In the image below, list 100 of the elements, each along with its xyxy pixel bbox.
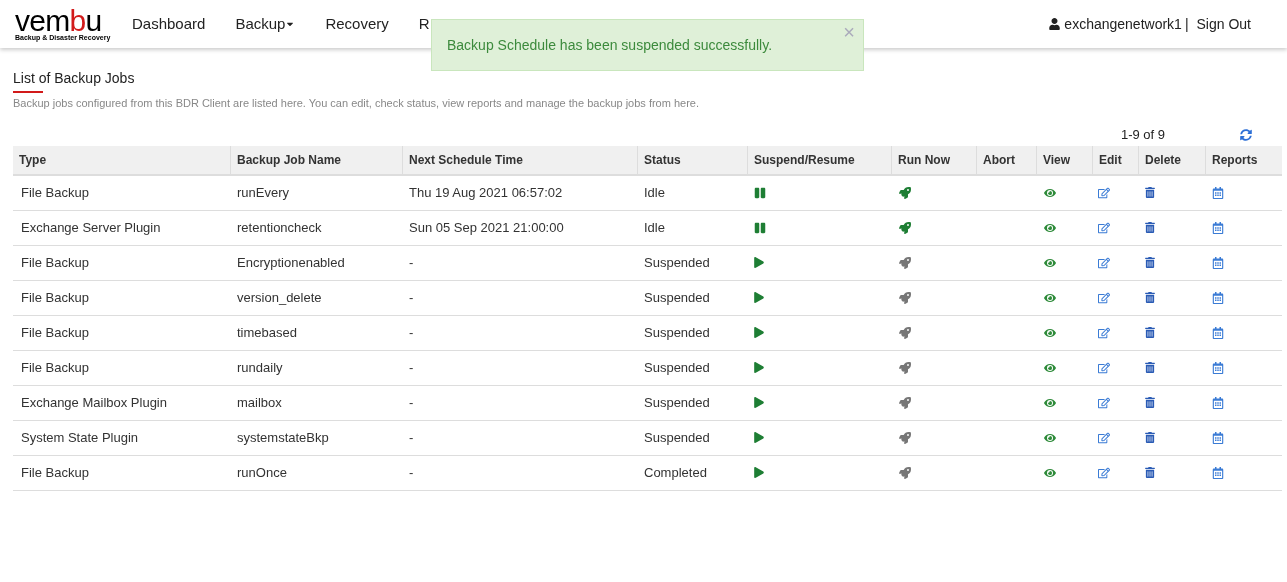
table-cell-text: version_delete <box>236 288 323 307</box>
page-description: Backup jobs configured from this BDR Client are listed here. You can edit, check status, view reports and manage the backup jobs from here. <box>13 96 701 111</box>
rocket-icon[interactable] <box>899 291 911 304</box>
column-header[interactable]: Backup Job Name <box>230 145 402 174</box>
table-cell-text: runEvery <box>236 183 291 202</box>
edit-icon[interactable] <box>1098 291 1110 304</box>
table-cell-text: runOnce <box>236 463 288 482</box>
calendar-icon[interactable] <box>1212 396 1224 409</box>
column-header[interactable]: Delete <box>1138 145 1205 174</box>
edit-icon[interactable] <box>1098 466 1110 479</box>
table-cell-text: Idle <box>643 183 666 202</box>
trash-icon[interactable] <box>1145 432 1155 443</box>
column-header[interactable]: Next Schedule Time <box>402 145 637 174</box>
edit-icon[interactable] <box>1098 186 1110 199</box>
column-header[interactable]: View <box>1036 145 1092 174</box>
sign-out-link[interactable]: Sign Out <box>1196 13 1251 35</box>
table-cell-text: timebased <box>236 323 298 342</box>
view-icon[interactable] <box>1044 186 1056 199</box>
table-cell-text: Suspended <box>643 253 711 272</box>
play-icon[interactable] <box>754 257 764 268</box>
nav-link[interactable]: R <box>418 12 430 36</box>
calendar-icon[interactable] <box>1212 431 1224 444</box>
trash-icon[interactable] <box>1145 292 1155 303</box>
column-header[interactable]: Status <box>637 145 747 174</box>
edit-icon[interactable] <box>1098 221 1110 234</box>
pagination-count: 1-9 of 9 <box>1120 125 1165 144</box>
trash-icon[interactable] <box>1145 257 1155 268</box>
view-icon[interactable] <box>1044 466 1056 479</box>
column-header[interactable]: Run Now <box>891 145 976 174</box>
table-cell-text: File Backup <box>20 323 90 342</box>
play-icon[interactable] <box>754 432 764 443</box>
table-cell-text: File Backup <box>20 358 90 377</box>
pause-icon[interactable] <box>754 221 766 234</box>
column-header[interactable]: Suspend/Resume <box>747 145 891 174</box>
table-cell-text: systemstateBkp <box>236 428 330 447</box>
calendar-icon[interactable] <box>1212 221 1224 234</box>
pause-icon[interactable] <box>754 186 766 199</box>
column-header[interactable]: Reports <box>1205 145 1282 174</box>
edit-icon[interactable] <box>1098 431 1110 444</box>
table-cell-text: - <box>408 393 415 412</box>
play-icon[interactable] <box>754 467 764 478</box>
rocket-icon[interactable] <box>899 326 911 339</box>
calendar-icon[interactable] <box>1212 361 1224 374</box>
view-icon[interactable] <box>1044 256 1056 269</box>
rocket-icon[interactable] <box>899 361 911 374</box>
edit-icon[interactable] <box>1098 326 1110 339</box>
column-header[interactable]: Edit <box>1092 145 1138 174</box>
table-cell-text: - <box>408 463 415 482</box>
view-icon[interactable] <box>1044 396 1056 409</box>
nav-link[interactable]: Dashboard <box>132 12 206 36</box>
calendar-icon[interactable] <box>1212 291 1224 304</box>
view-icon[interactable] <box>1044 291 1056 304</box>
play-icon[interactable] <box>754 397 764 408</box>
edit-icon[interactable] <box>1098 361 1110 374</box>
trash-icon[interactable] <box>1145 222 1155 233</box>
play-icon[interactable] <box>754 292 764 303</box>
calendar-icon[interactable] <box>1212 256 1224 269</box>
table-cell-text: Completed <box>643 463 708 482</box>
trash-icon[interactable] <box>1145 327 1155 338</box>
table-cell-text: Exchange Mailbox Plugin <box>20 393 168 412</box>
table-cell-text: Suspended <box>643 393 711 412</box>
nav-link[interactable]: Backup <box>235 12 296 36</box>
table-cell-text: Suspended <box>643 358 711 377</box>
table-cell-text: System State Plugin <box>20 428 140 447</box>
table-cell-text: Exchange Server Plugin <box>20 218 162 237</box>
calendar-icon[interactable] <box>1212 466 1224 479</box>
calendar-icon[interactable] <box>1212 186 1224 199</box>
edit-icon[interactable] <box>1098 396 1110 409</box>
column-header[interactable]: Abort <box>976 145 1036 174</box>
nav-link[interactable]: Recovery <box>325 12 389 36</box>
view-icon[interactable] <box>1044 326 1056 339</box>
table-cell-text: Suspended <box>643 428 711 447</box>
rocket-icon[interactable] <box>899 221 911 234</box>
trash-icon[interactable] <box>1145 362 1155 373</box>
trash-icon[interactable] <box>1145 467 1155 478</box>
edit-icon[interactable] <box>1098 256 1110 269</box>
calendar-icon[interactable] <box>1212 326 1224 339</box>
table-cell-text: Suspended <box>643 323 711 342</box>
table-cell-text: Idle <box>643 218 666 237</box>
view-icon[interactable] <box>1044 221 1056 234</box>
view-icon[interactable] <box>1044 361 1056 374</box>
rocket-icon[interactable] <box>899 256 911 269</box>
rocket-icon[interactable] <box>899 396 911 409</box>
play-icon[interactable] <box>754 362 764 373</box>
table-cell-text: File Backup <box>20 183 90 202</box>
rocket-icon[interactable] <box>899 431 911 444</box>
rocket-icon[interactable] <box>899 466 911 479</box>
table-cell-text: retentioncheck <box>236 218 323 237</box>
table-cell-text: mailbox <box>236 393 283 412</box>
table-cell-text: Encryptionenabled <box>236 253 346 272</box>
view-icon[interactable] <box>1044 431 1056 444</box>
rocket-icon[interactable] <box>899 186 911 199</box>
play-icon[interactable] <box>754 327 764 338</box>
refresh-icon[interactable] <box>1240 128 1252 141</box>
toast-message: Backup Schedule has been suspended successfully. <box>447 35 773 55</box>
table-cell-text: - <box>408 253 415 272</box>
column-header[interactable]: Type <box>13 145 230 174</box>
table-cell-text: Sun 05 Sep 2021 21:00:00 <box>408 218 565 237</box>
trash-icon[interactable] <box>1145 187 1155 198</box>
trash-icon[interactable] <box>1145 397 1155 408</box>
